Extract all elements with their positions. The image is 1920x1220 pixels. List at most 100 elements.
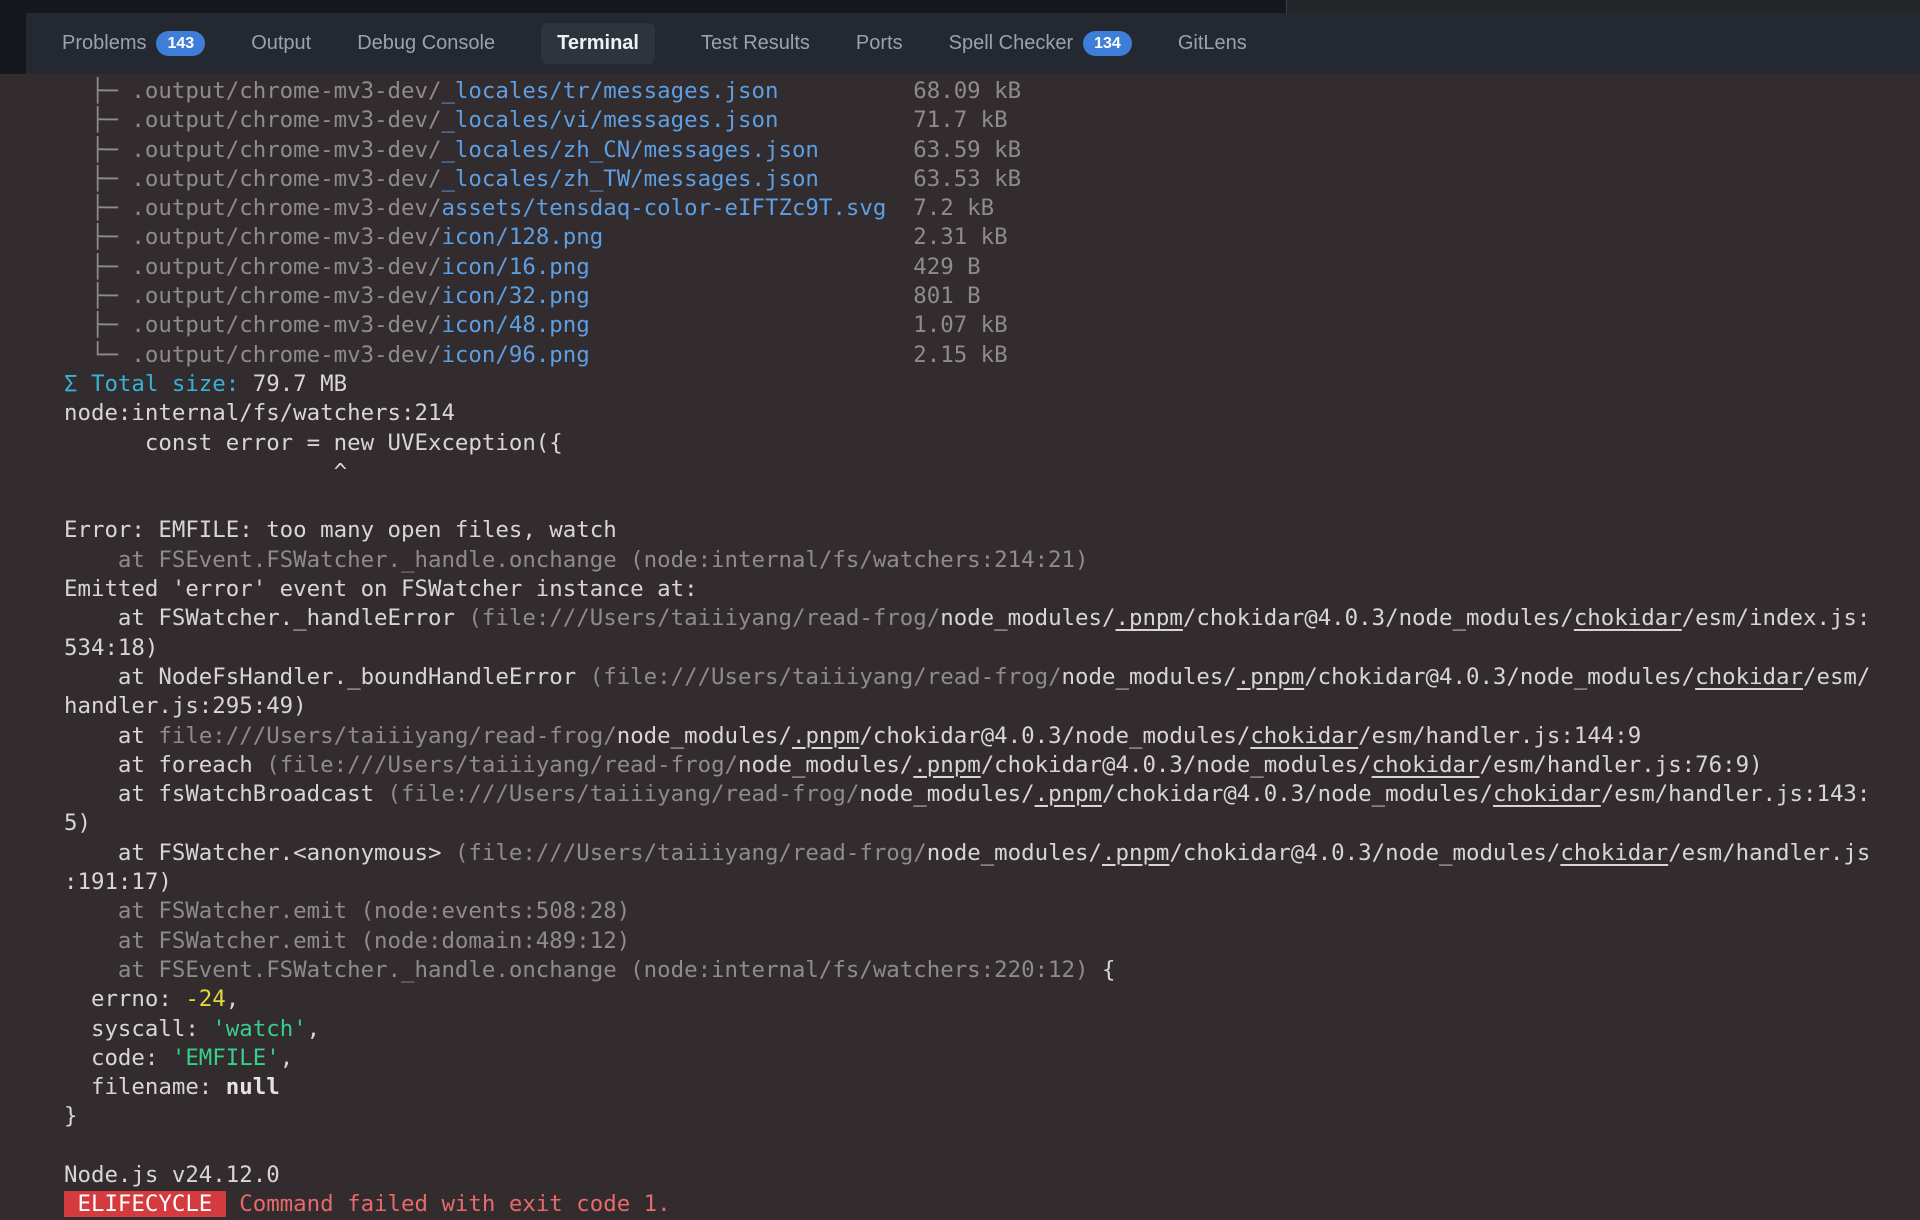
file-tree-row: ├─ .output/chrome-mv3-dev/_locales/vi/me… — [64, 106, 1894, 135]
text-segment: null — [226, 1074, 280, 1100]
file-size: 2.31 kB — [913, 223, 1007, 252]
file-tree-row: ├─ .output/chrome-mv3-dev/icon/48.png1.0… — [64, 311, 1894, 340]
terminal-line: at FSWatcher.<anonymous> (file:///Users/… — [64, 839, 1894, 868]
terminal-line: at FSWatcher.emit (node:events:508:28) — [64, 897, 1894, 926]
text-segment: /esm/handler.js:143: — [1601, 781, 1871, 807]
terminal-line: syscall: 'watch', — [64, 1015, 1894, 1044]
tab-label: Problems — [62, 32, 146, 55]
text-segment: code: — [64, 1045, 172, 1071]
tree-branch-and-dir: ├─ .output/chrome-mv3-dev/ — [64, 312, 441, 338]
text-segment: /chokidar@4.0.3/node_modules/ — [1102, 781, 1493, 807]
tab-count-badge: 143 — [156, 31, 205, 56]
file-tree-row: └─ .output/chrome-mv3-dev/icon/96.png2.1… — [64, 341, 1894, 370]
file-path: assets/tensdaq-color-eIFTZc9T.svg — [441, 195, 886, 221]
tab-terminal[interactable]: Terminal — [541, 23, 655, 64]
tab-problems[interactable]: Problems 143 — [62, 31, 205, 56]
text-segment: syscall: — [64, 1016, 212, 1042]
file-size: 801 B — [913, 282, 980, 311]
text-segment: chokidar — [1250, 723, 1358, 749]
text-segment: 5) — [64, 810, 91, 836]
tree-branch-and-dir: ├─ .output/chrome-mv3-dev/ — [64, 78, 441, 104]
file-path: _locales/zh_CN/messages.json — [441, 137, 818, 163]
file-size: 63.53 kB — [913, 165, 1021, 194]
text-segment: Command failed with exit code 1. — [226, 1191, 671, 1217]
terminal-line: errno: -24, — [64, 985, 1894, 1014]
text-segment: node_modules/ — [927, 840, 1102, 866]
text-segment: , — [307, 1016, 320, 1042]
text-segment: at FSWatcher.emit (node:domain:489:12) — [64, 928, 630, 954]
tree-branch-and-dir: ├─ .output/chrome-mv3-dev/ — [64, 195, 441, 221]
text-segment: node_modules/ — [859, 781, 1034, 807]
text-segment: at FSEvent.FSWatcher._handle.onchange (n… — [64, 957, 1089, 983]
text-segment: chokidar — [1560, 840, 1668, 866]
terminal-line: 534:18) — [64, 634, 1894, 663]
text-segment: 'watch' — [212, 1016, 306, 1042]
tab-gitlens[interactable]: GitLens — [1178, 32, 1247, 55]
text-segment: (file:///Users/taiiiyang/read-frog/ — [388, 781, 860, 807]
tab-debug-console[interactable]: Debug Console — [357, 32, 495, 55]
file-path: icon/16.png — [441, 254, 589, 280]
text-segment: node_modules/ — [617, 723, 792, 749]
text-segment: , — [280, 1045, 293, 1071]
editor-edge-strip-right — [1286, 0, 1920, 13]
file-path: icon/32.png — [441, 283, 589, 309]
terminal-line: Emitted 'error' event on FSWatcher insta… — [64, 575, 1894, 604]
file-tree-row: ├─ .output/chrome-mv3-dev/assets/tensdaq… — [64, 194, 1894, 223]
text-segment: /chokidar@4.0.3/node_modules/ — [859, 723, 1250, 749]
tab-ports[interactable]: Ports — [856, 32, 903, 55]
terminal-output[interactable]: ├─ .output/chrome-mv3-dev/_locales/tr/me… — [64, 77, 1894, 1220]
tab-count-badge: 134 — [1083, 31, 1132, 56]
text-segment: file:///Users/taiiiyang/read-frog/ — [158, 723, 616, 749]
terminal-line: at FSWatcher.emit (node:domain:489:12) — [64, 927, 1894, 956]
file-size: 1.07 kB — [913, 311, 1007, 340]
text-segment: (file:///Users/taiiiyang/read-frog/ — [590, 664, 1062, 690]
file-size: 68.09 kB — [913, 77, 1021, 106]
tab-test-results[interactable]: Test Results — [701, 32, 810, 55]
blank-line — [64, 1133, 77, 1159]
text-segment: -24 — [185, 986, 225, 1012]
tab-label: Output — [251, 32, 311, 55]
file-path: icon/128.png — [441, 224, 603, 250]
text-segment: Emitted 'error' event on FSWatcher insta… — [64, 576, 698, 602]
text-segment: /esm/index.js: — [1682, 605, 1871, 631]
text-segment: { — [1089, 957, 1116, 983]
text-segment: at FSEvent.FSWatcher._handle.onchange (n… — [64, 547, 1089, 573]
text-segment: errno: — [64, 986, 185, 1012]
terminal-line: at foreach (file:///Users/taiiiyang/read… — [64, 751, 1894, 780]
tab-label: Ports — [856, 32, 903, 55]
text-segment: /esm/handler.js:144:9 — [1358, 723, 1641, 749]
terminal-line: at FSWatcher._handleError (file:///Users… — [64, 604, 1894, 633]
file-tree-row: ├─ .output/chrome-mv3-dev/_locales/tr/me… — [64, 77, 1894, 106]
text-segment: at FSWatcher.<anonymous> — [64, 840, 455, 866]
text-segment: at FSWatcher._handleError — [64, 605, 468, 631]
terminal-line — [64, 1132, 1894, 1161]
tree-branch-and-dir: ├─ .output/chrome-mv3-dev/ — [64, 224, 441, 250]
terminal-line: at FSEvent.FSWatcher._handle.onchange (n… — [64, 546, 1894, 575]
text-segment: /esm/handler.js — [1668, 840, 1870, 866]
terminal-line: Node.js v24.12.0 — [64, 1161, 1894, 1190]
panel-left-edge — [0, 0, 26, 74]
text-segment: handler.js:295:49) — [64, 693, 307, 719]
text-segment: 534:18) — [64, 635, 158, 661]
text-segment: Node.js v24.12.0 — [64, 1162, 280, 1188]
terminal-line — [64, 487, 1894, 516]
terminal-line: at file:///Users/taiiiyang/read-frog/nod… — [64, 722, 1894, 751]
tree-branch-and-dir: ├─ .output/chrome-mv3-dev/ — [64, 166, 441, 192]
text-segment: Error: EMFILE: too many open files, watc… — [64, 517, 617, 543]
text-segment: chokidar — [1695, 664, 1803, 690]
text-segment: .pnpm — [1237, 664, 1304, 690]
panel-tab-bar: Problems 143 Output Debug Console Terminal Te… — [26, 13, 1920, 74]
tab-spell-checker[interactable]: Spell Checker134 — [949, 31, 1132, 56]
text-segment: , — [226, 986, 239, 1012]
tree-branch-and-dir: └─ .output/chrome-mv3-dev/ — [64, 342, 441, 368]
text-segment: /esm/ — [1803, 664, 1870, 690]
terminal-line: node:internal/fs/watchers:214 — [64, 399, 1894, 428]
text-segment: at FSWatcher.emit (node:events:508:28) — [64, 898, 630, 924]
file-path: icon/96.png — [441, 342, 589, 368]
text-segment: .pnpm — [792, 723, 859, 749]
text-segment: /chokidar@4.0.3/node_modules/ — [1304, 664, 1695, 690]
tab-label: Test Results — [701, 32, 810, 55]
terminal-line: } — [64, 1102, 1894, 1131]
tab-output[interactable]: Output — [251, 32, 311, 55]
text-segment: chokidar — [1372, 752, 1480, 778]
